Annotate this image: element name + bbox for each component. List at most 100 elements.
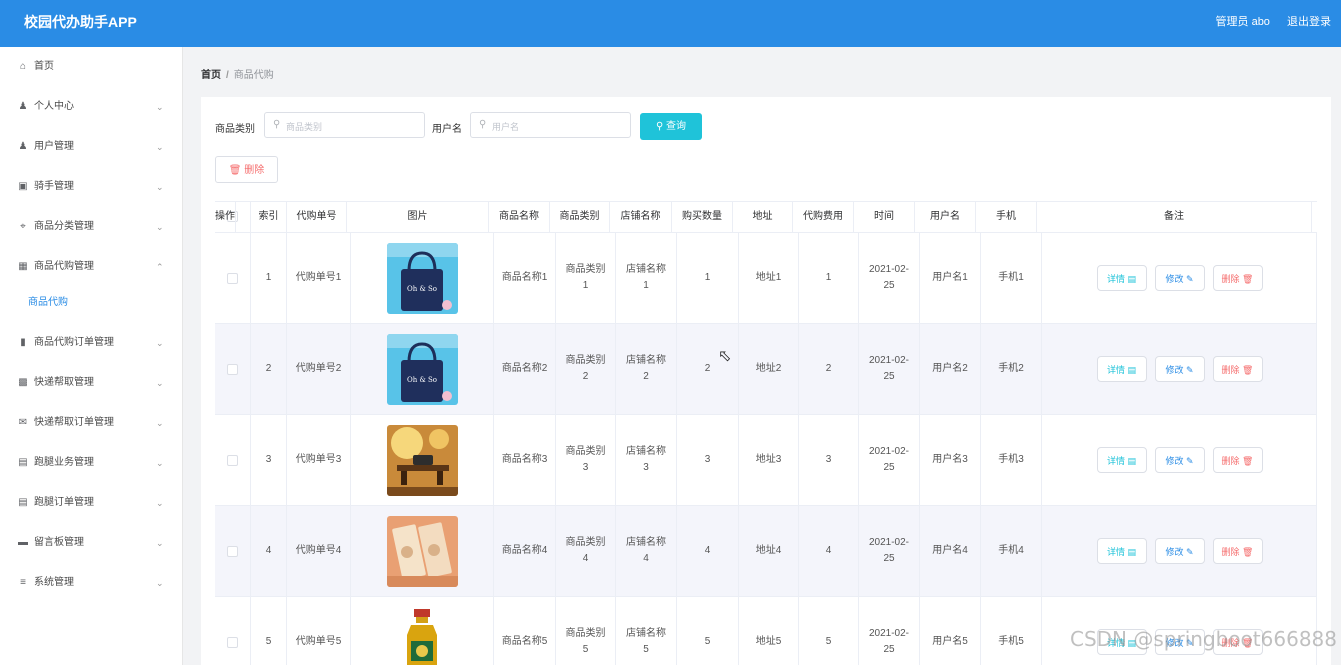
delete-button[interactable]: 删除 🗑 <box>1212 265 1263 291</box>
edit-button[interactable]: 修改 ✎ <box>1154 356 1205 382</box>
trash-icon: 🗑 <box>1242 365 1254 375</box>
product-image[interactable]: Oh & So <box>386 333 458 405</box>
cell-time: 2021-02-25 <box>859 597 920 665</box>
cell-text: 手机3 <box>998 454 1024 465</box>
cell-phone: 手机3 <box>981 415 1042 505</box>
cell-text: 4 <box>825 545 832 556</box>
detail-button-label: 详情 <box>1106 274 1125 284</box>
cell-text: 5 <box>265 636 272 647</box>
admin-user-label[interactable]: 管理员 abo <box>1216 16 1270 28</box>
column-header: 时间 <box>854 202 915 232</box>
detail-button[interactable]: 详情 ▤ <box>1096 538 1147 564</box>
logout-button[interactable]: 退出登录 <box>1287 16 1331 28</box>
monitor-icon: ▣ <box>18 181 28 192</box>
cell-text: 商品名称3 <box>501 454 548 465</box>
cell-text: 2 <box>704 363 711 374</box>
sidebar-item-label: 跑腿订单管理 <box>34 497 94 508</box>
product-image[interactable] <box>386 606 458 665</box>
cell-index: 2 <box>251 324 287 414</box>
sidebar-item[interactable]: ≡ 系统管理 ⌄ <box>0 563 182 603</box>
cell-address: 地址3 <box>739 415 799 505</box>
watermark: CSDN @springboot666888 <box>1069 627 1337 651</box>
column-header: 操作 <box>215 202 236 232</box>
chevron-down-icon: ⌄ <box>156 222 164 232</box>
trash-icon: 🗑 <box>1242 456 1254 466</box>
cell-text: 1 <box>704 272 711 283</box>
row-checkbox[interactable] <box>227 545 238 557</box>
grid-icon: ▦ <box>18 261 28 272</box>
product-image[interactable] <box>386 424 458 496</box>
edit-button[interactable]: 修改 ✎ <box>1154 265 1205 291</box>
column-header: 商品类别 <box>550 202 610 232</box>
delete-button-label: 删除 <box>1221 456 1240 466</box>
username-search-input[interactable]: ⚲ 用户名 <box>470 112 631 138</box>
sidebar-item[interactable]: ▤ 跑腿业务管理 ⌄ <box>0 443 182 483</box>
row-actions-cell: 详情 ▤ 修改 ✎ 删除 🗑 <box>1042 233 1317 323</box>
product-image[interactable] <box>386 515 458 587</box>
detail-button[interactable]: 详情 ▤ <box>1096 265 1147 291</box>
search-icon: ⚲ <box>479 119 487 130</box>
sidebar-item[interactable]: ✉ 快递帮取订单管理 ⌄ <box>0 403 182 443</box>
clipboard-icon: ▤ <box>18 457 28 468</box>
sidebar-item[interactable]: ▬ 留言板管理 ⌄ <box>0 523 182 563</box>
cell-username: 用户名2 <box>920 324 981 414</box>
cell-category: 商品类别5 <box>556 597 616 665</box>
row-checkbox-cell <box>215 597 251 665</box>
cell-phone: 手机2 <box>981 324 1042 414</box>
delete-button[interactable]: 删除 🗑 <box>1212 447 1263 473</box>
sidebar-item[interactable]: ⌂ 首页 <box>0 47 182 87</box>
sidebar: ⌂ 首页 ♟ 个人中心 ⌄ ♟ 用户管理 ⌄ ▣ 骑手管理 ⌄ ⌖ 商品分类管理 ⌄ ▦ 商品代购管理 ⌃ ▮ 商品… <box>0 47 183 665</box>
row-checkbox[interactable] <box>227 454 238 466</box>
detail-button[interactable]: 详情 ▤ <box>1096 447 1147 473</box>
sidebar-item[interactable]: ♟ 用户管理 ⌄ <box>0 127 182 167</box>
sidebar-item[interactable]: ▤ 跑腿订单管理 ⌄ <box>0 483 182 523</box>
cell-shop: 店铺名称5 <box>616 597 677 665</box>
sidebar-item[interactable]: ▩ 快递帮取管理 ⌄ <box>0 363 182 403</box>
username-placeholder: 用户名 <box>492 122 520 132</box>
delete-button[interactable]: 删除 🗑 <box>1212 538 1263 564</box>
query-button[interactable]: ⚲ 查询 <box>640 113 702 140</box>
main-panel: 商品类别 ⚲ 商品类别 用户名 ⚲ 用户名 ⚲ 查询 🗑 删除 索引 代购单号 图片… <box>201 97 1331 665</box>
cell-address: 地址5 <box>739 597 799 665</box>
sidebar-subitem-label: 商品代购 <box>28 297 68 308</box>
cell-text: 商品名称5 <box>501 636 548 647</box>
cell-text: 5 <box>704 636 711 647</box>
cell-text: 用户名2 <box>932 363 968 374</box>
batch-delete-button[interactable]: 🗑 删除 <box>215 156 278 183</box>
delete-button[interactable]: 删除 🗑 <box>1212 356 1263 382</box>
chevron-down-icon: ⌄ <box>156 498 164 508</box>
row-checkbox[interactable] <box>227 272 238 284</box>
cell-text: 商品名称1 <box>501 272 548 283</box>
sidebar-subitem-product-purchase[interactable]: 商品代购 <box>0 285 182 321</box>
breadcrumb-home[interactable]: 首页 <box>201 70 221 81</box>
cell-index: 5 <box>251 597 287 665</box>
sidebar-item[interactable]: ⌖ 商品分类管理 ⌄ <box>0 207 182 247</box>
detail-button-label: 详情 <box>1106 456 1125 466</box>
edit-button[interactable]: 修改 ✎ <box>1154 538 1205 564</box>
cell-text: 商品类别2 <box>565 355 606 382</box>
user-icon: ♟ <box>18 101 28 112</box>
row-checkbox[interactable] <box>227 636 238 648</box>
detail-button[interactable]: 详情 ▤ <box>1096 356 1147 382</box>
query-button-label: 查询 <box>666 121 687 132</box>
cell-text: 3 <box>704 454 711 465</box>
cell-name: 商品名称4 <box>494 506 556 596</box>
table-row: 1 代购单号1 Oh & So 商品名称1 商品类别1 店铺名称1 1 地址1 1 2021-02… <box>215 233 1317 324</box>
row-checkbox[interactable] <box>227 363 238 375</box>
cell-order-no: 代购单号4 <box>287 506 351 596</box>
product-image[interactable]: Oh & So <box>386 242 458 314</box>
edit-button[interactable]: 修改 ✎ <box>1154 447 1205 473</box>
sidebar-item-label: 骑手管理 <box>34 181 74 192</box>
sidebar-item[interactable]: ♟ 个人中心 ⌄ <box>0 87 182 127</box>
row-actions-cell: 详情 ▤ 修改 ✎ 删除 🗑 <box>1042 324 1317 414</box>
sidebar-item[interactable]: ▣ 骑手管理 ⌄ <box>0 167 182 207</box>
cell-time: 2021-02-25 <box>859 233 920 323</box>
category-search-input[interactable]: ⚲ 商品类别 <box>264 112 425 138</box>
batch-delete-label: 删除 <box>244 165 265 176</box>
sidebar-item[interactable]: ▦ 商品代购管理 ⌃ <box>0 247 182 287</box>
cell-text: 商品类别1 <box>565 264 606 291</box>
cell-name: 商品名称1 <box>494 233 556 323</box>
sidebar-item[interactable]: ▮ 商品代购订单管理 ⌄ <box>0 323 182 363</box>
column-header: 代购费用 <box>793 202 854 232</box>
cell-text: 1 <box>825 272 832 283</box>
